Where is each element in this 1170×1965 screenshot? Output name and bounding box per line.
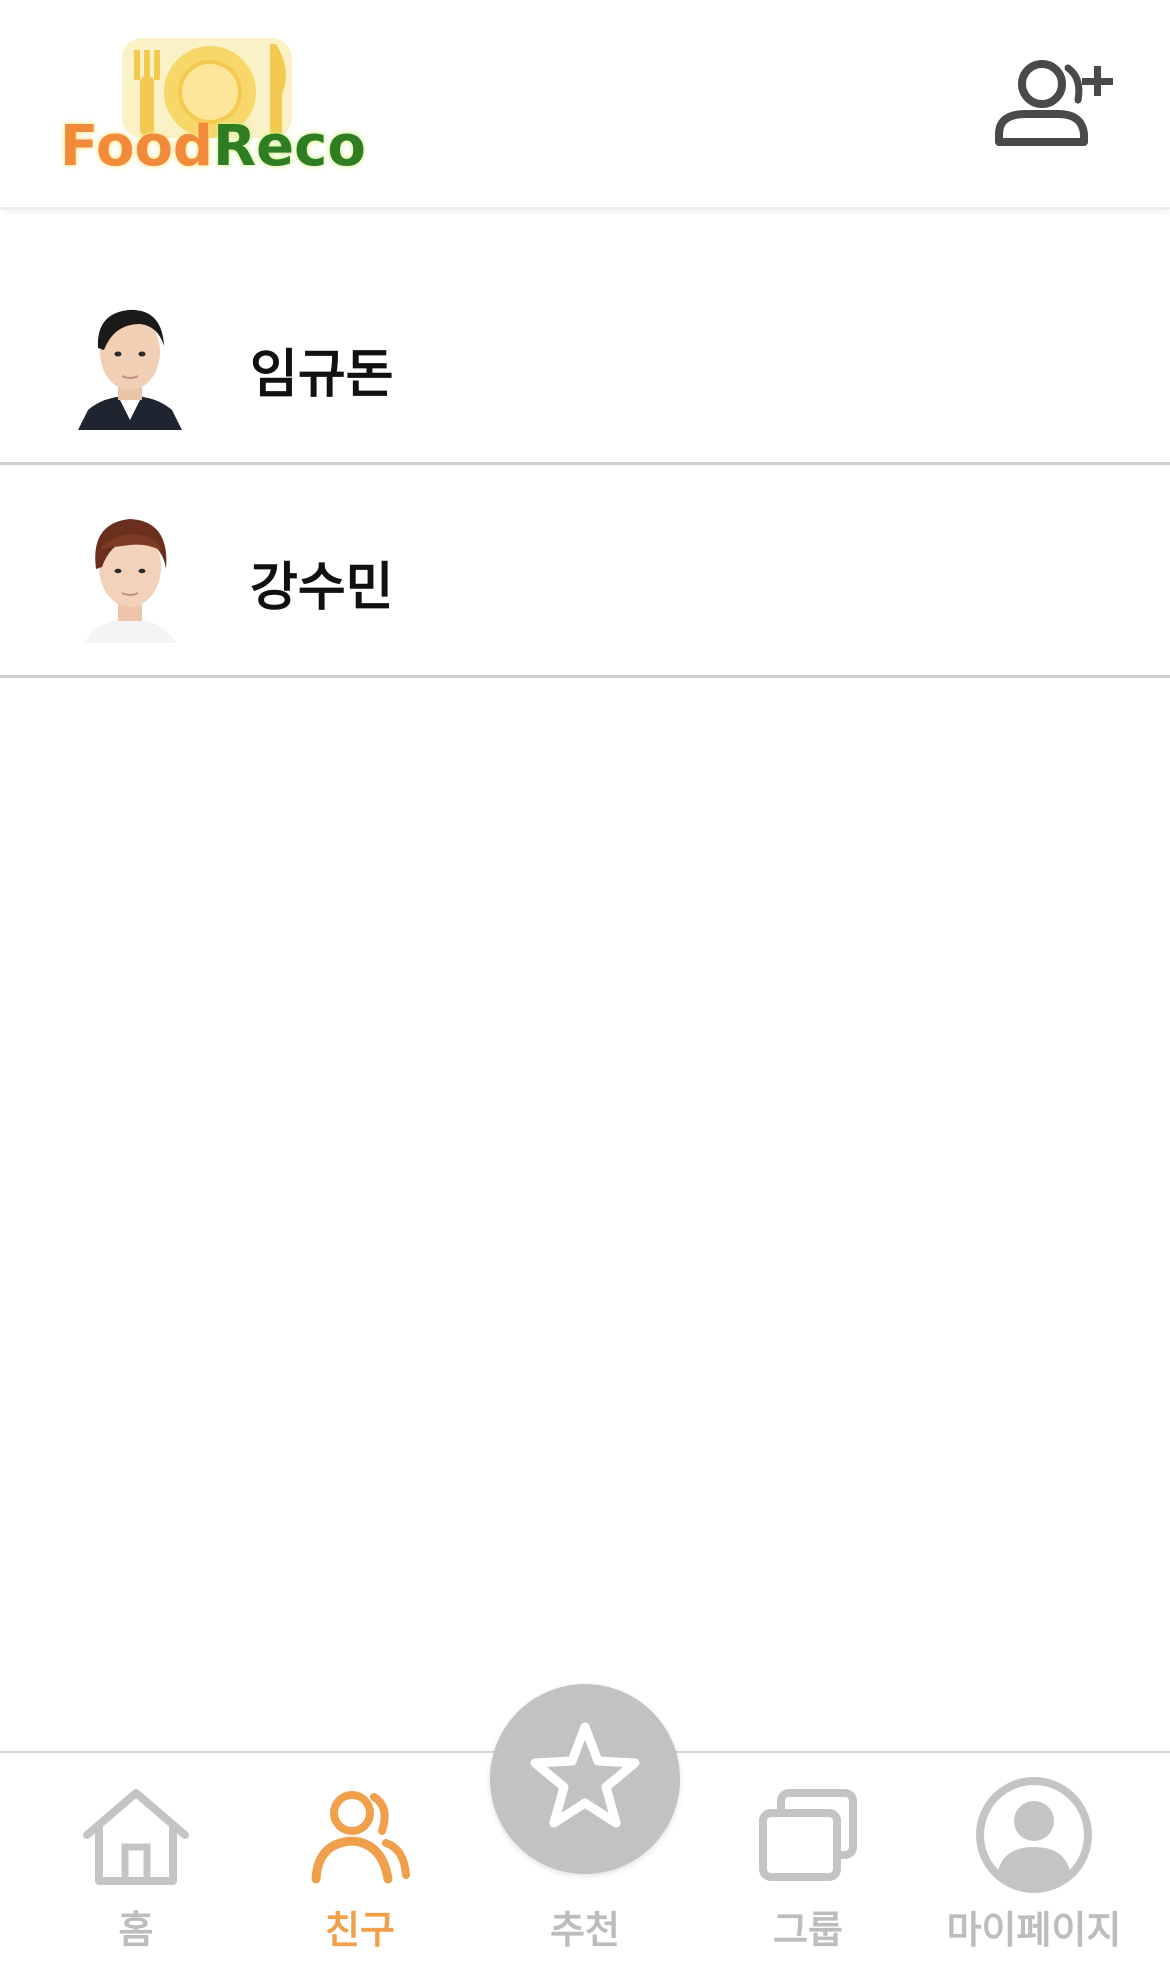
avatar-photo-icon — [78, 309, 182, 430]
friend-row[interactable]: 강수민 — [0, 465, 1170, 678]
nav-mypage-label: 마이페이지 — [946, 1908, 1122, 1952]
avatar — [78, 296, 182, 430]
nav-recommend-label: 추천 — [550, 1908, 620, 1952]
add-user-icon — [995, 60, 1113, 146]
cards-icon — [753, 1787, 863, 1891]
friend-row[interactable]: 임규돈 — [0, 252, 1170, 465]
nav-group[interactable]: 그룹 — [708, 1753, 908, 1965]
nav-group-label: 그룹 — [773, 1908, 843, 1952]
home-icon — [81, 1787, 191, 1891]
profile-icon — [974, 1775, 1094, 1899]
recommend-fab-button[interactable] — [490, 1684, 680, 1874]
friend-list: 임규돈 강수민 — [0, 252, 1170, 678]
avatar — [78, 509, 182, 643]
nav-friends-label: 친구 — [325, 1908, 395, 1952]
friend-name: 임규돈 — [250, 345, 394, 405]
logo-text: FoodReco — [60, 114, 366, 179]
nav-home-label: 홈 — [118, 1908, 154, 1952]
logo-food-text: Food — [60, 114, 214, 179]
star-icon — [530, 1722, 640, 1828]
add-friend-button[interactable] — [990, 56, 1114, 152]
logo-reco-text: Reco — [213, 114, 366, 179]
nav-friends[interactable]: 친구 — [260, 1753, 460, 1965]
friends-icon — [310, 1787, 410, 1891]
friend-name: 강수민 — [250, 558, 394, 618]
nav-mypage[interactable]: 마이페이지 — [934, 1753, 1134, 1965]
nav-home[interactable]: 홈 — [36, 1753, 236, 1965]
app-screen: FoodReco 임규돈 강수민 홈 친구 추천 그룹 마이페이지 — [0, 0, 1170, 1965]
avatar-photo-icon — [84, 519, 176, 643]
foodreco-logo[interactable]: FoodReco — [52, 30, 372, 180]
top-header: FoodReco — [0, 0, 1170, 209]
